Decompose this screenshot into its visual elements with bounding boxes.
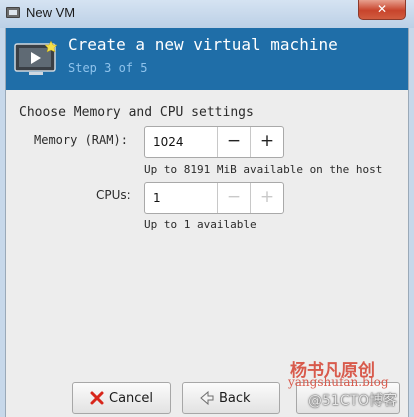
wizard-step: Step 3 of 5 [68, 61, 148, 75]
dialog-content: Create a new virtual machine Step 3 of 5… [5, 28, 409, 417]
app-icon [6, 7, 20, 18]
watermark-blog: yangshufan.blog [288, 375, 389, 389]
window-title: New VM [26, 5, 76, 20]
memory-label: Memory (RAM): [34, 133, 128, 147]
memory-spinner: − + [144, 126, 284, 158]
cpus-decrement-button[interactable]: − [217, 183, 250, 213]
cancel-button[interactable]: Cancel [72, 382, 171, 414]
cancel-icon [90, 391, 104, 405]
wizard-title: Create a new virtual machine [68, 35, 338, 54]
back-arrow-icon [200, 390, 214, 406]
back-label: Back [219, 390, 251, 406]
new-vm-window: New VM ✕ Create a new virtual machine St… [0, 0, 414, 417]
cpus-label: CPUs: [96, 188, 131, 202]
memory-decrement-button[interactable]: − [217, 127, 250, 157]
back-button[interactable]: Back [182, 382, 280, 414]
close-button[interactable]: ✕ [358, 0, 406, 20]
watermark-site: @51CTO博客 [308, 393, 398, 409]
section-title: Choose Memory and CPU settings [19, 105, 254, 120]
vm-display-icon [14, 41, 58, 75]
cpus-input[interactable] [145, 183, 217, 213]
memory-input[interactable] [145, 127, 217, 157]
cancel-label: Cancel [109, 390, 154, 406]
wizard-banner: Create a new virtual machine Step 3 of 5 [6, 28, 408, 90]
title-bar[interactable]: New VM ✕ [0, 0, 414, 28]
memory-hint: Up to 8191 MiB available on the host [144, 163, 383, 176]
cpus-hint: Up to 1 available [144, 218, 257, 231]
cpus-increment-button[interactable]: + [250, 183, 283, 213]
cpus-spinner: − + [144, 182, 284, 214]
memory-increment-button[interactable]: + [250, 127, 283, 157]
